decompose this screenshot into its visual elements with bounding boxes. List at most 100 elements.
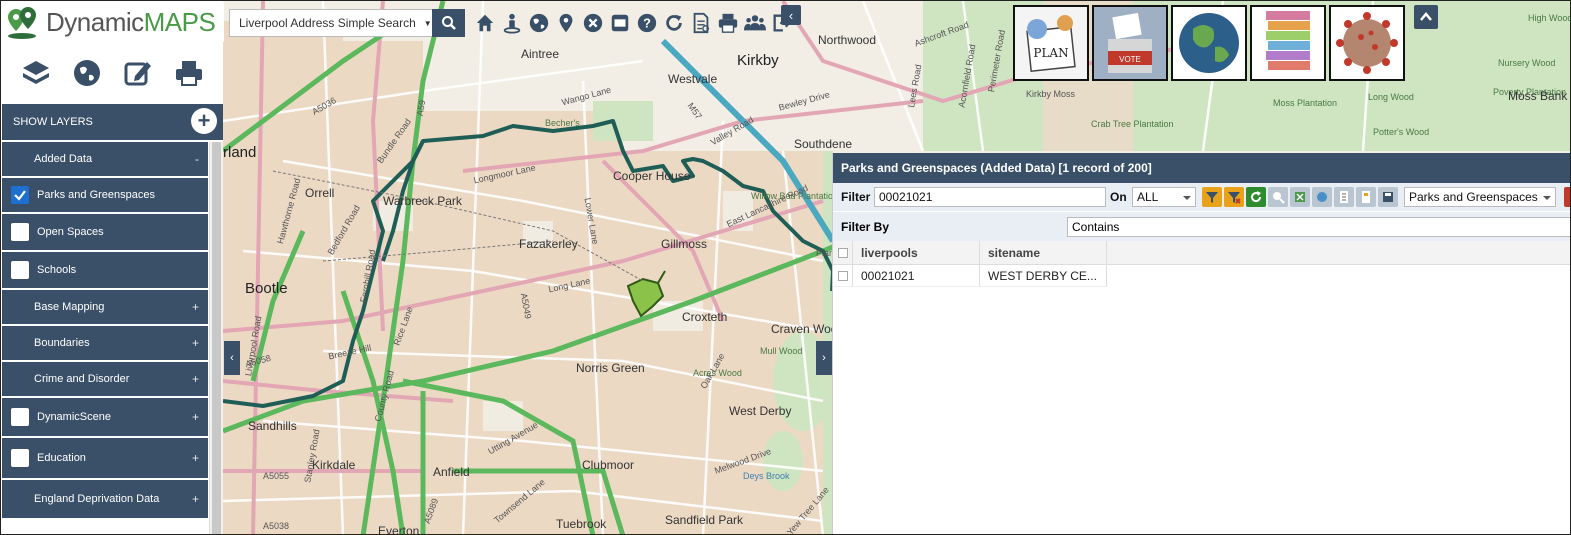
expand-icon[interactable]: + [192, 372, 199, 386]
checkbox-icon[interactable] [11, 408, 29, 426]
layer-label: Parks and Greenspaces [37, 189, 156, 201]
layer-row[interactable]: Added Data - [2, 140, 208, 176]
label-southdene: Southdene [794, 137, 853, 151]
map-marker-icon[interactable] [552, 8, 579, 38]
layer-select-value: Parks and Greenspaces [1409, 190, 1538, 204]
save-icon[interactable] [1378, 187, 1398, 207]
close-panel-button[interactable] [1564, 187, 1570, 207]
export-excel-icon[interactable] [1290, 187, 1310, 207]
refresh-icon[interactable] [660, 8, 687, 38]
layer-row[interactable]: Boundaries + [2, 324, 208, 360]
globe-icon[interactable] [67, 53, 107, 93]
expand-icon[interactable]: + [192, 451, 199, 465]
checkbox-checked-icon[interactable] [11, 186, 29, 204]
table-cell: WEST DERBY CE... [980, 265, 1107, 286]
label-bootle: Bootle [245, 280, 288, 297]
search-icon [441, 16, 456, 30]
layer-label: Crime and Disorder [34, 373, 130, 385]
vote-thumbnail[interactable]: VOTE [1092, 5, 1168, 81]
globe-icon[interactable] [525, 8, 552, 38]
expand-icon[interactable]: + [192, 492, 199, 506]
layer-label: Open Spaces [37, 226, 104, 238]
svg-text:?: ? [643, 16, 651, 31]
label-gillmoss: Gillmoss [661, 237, 708, 251]
select-all-checkbox[interactable] [833, 241, 853, 264]
label-clubmoor: Clubmoor [582, 458, 635, 472]
expand-sidebar-toggle[interactable]: ‹ [224, 341, 240, 375]
print-icon[interactable] [169, 53, 209, 93]
layer-label: Schools [37, 264, 77, 276]
layer-row[interactable]: Crime and Disorder + [2, 360, 208, 396]
search-button[interactable] [432, 9, 465, 37]
layer-select[interactable]: Parks and Greenspaces [1404, 187, 1556, 207]
layer-row[interactable]: Education + [2, 436, 208, 478]
row-checkbox[interactable] [833, 265, 853, 286]
layer-row[interactable]: Open Spaces [2, 212, 208, 250]
expand-icon[interactable]: + [192, 336, 199, 350]
refresh-icon[interactable] [1246, 187, 1266, 207]
logo-pin-icon [2, 3, 46, 41]
expand-icon[interactable]: + [192, 410, 199, 424]
layer-row[interactable]: Parks and Greenspaces [2, 176, 208, 212]
collapse-thumbnails-button[interactable] [1414, 5, 1438, 29]
label-tuebrook: Tuebrook [556, 517, 607, 531]
help-icon[interactable]: ? [633, 8, 660, 38]
virus-thumbnail[interactable] [1329, 5, 1405, 81]
sidebar-scrollbar[interactable] [209, 142, 223, 534]
collapse-toolbar-button[interactable]: ‹ [781, 5, 801, 25]
clear-icon[interactable] [579, 8, 606, 38]
chevron-up-icon [1420, 12, 1432, 21]
column-header[interactable]: liverpools [853, 241, 980, 264]
street-view-icon[interactable] [498, 8, 525, 38]
label-potters-wood: Potter's Wood [1373, 127, 1430, 137]
filter-by-select[interactable]: Contains [1067, 216, 1570, 237]
layers-icon[interactable] [16, 53, 56, 93]
edit-icon[interactable] [118, 53, 158, 93]
report-icon[interactable] [687, 8, 714, 38]
layer-row[interactable]: England Deprivation Data + [2, 478, 208, 518]
plan-thumbnail[interactable]: PLAN [1013, 5, 1089, 81]
label-sandhills: Sandhills [248, 419, 297, 433]
app-logo[interactable]: DynamicMAPS [2, 2, 224, 42]
table-cell: 00021021 [853, 265, 980, 286]
checkbox-icon[interactable] [11, 449, 29, 467]
print-icon[interactable] [714, 8, 741, 38]
document-icon[interactable] [1356, 187, 1376, 207]
layer-row[interactable]: Schools [2, 250, 208, 288]
filter-icon[interactable] [1202, 187, 1222, 207]
on-select[interactable]: ALL [1132, 187, 1196, 207]
label-deys-brook: Deys Brook [743, 471, 790, 481]
books-thumbnail[interactable] [1250, 5, 1326, 81]
map-globe-icon[interactable] [1312, 187, 1332, 207]
label-a5038: A5038 [263, 521, 290, 531]
report-icon[interactable] [1334, 187, 1354, 207]
home-icon[interactable] [471, 8, 498, 38]
users-icon[interactable] [741, 8, 768, 38]
add-layer-button[interactable]: + [191, 108, 217, 134]
chevron-down-icon: ▼ [423, 18, 432, 28]
label-bechers: Becher's [545, 118, 580, 128]
table-row[interactable]: 00021021 WEST DERBY CE... [833, 265, 1108, 287]
checkbox-icon[interactable] [11, 261, 29, 279]
layer-row[interactable]: Base Mapping + [2, 288, 208, 324]
filter-by-label: Filter By [841, 219, 890, 234]
app-title-maps: MAPS [143, 6, 216, 37]
layer-row[interactable]: DynamicScene + [2, 396, 208, 436]
expand-icon[interactable]: + [192, 300, 199, 314]
zoom-icon[interactable] [1268, 187, 1288, 207]
collapse-icon[interactable]: - [195, 152, 199, 166]
window-icon[interactable] [606, 8, 633, 38]
column-header[interactable]: sitename [980, 241, 1107, 264]
label-fazakerley: Fazakerley [519, 237, 578, 251]
layer-label: Added Data [34, 153, 93, 165]
label-orrell-edge: rland [223, 144, 257, 161]
filter-input[interactable]: 00021021 [874, 187, 1106, 207]
address-search-select[interactable]: Liverpool Address Simple Search ▼ [229, 9, 432, 37]
label-mull-wood: Mull Wood [760, 346, 803, 356]
globe-thumbnail[interactable] [1171, 5, 1247, 81]
checkbox-icon[interactable] [11, 223, 29, 241]
sidebar-scroll-thumb[interactable] [212, 142, 221, 534]
label-croxteth: Croxteth [682, 310, 728, 324]
clear-filter-icon[interactable] [1224, 187, 1244, 207]
collapse-panel-toggle[interactable]: › [816, 341, 832, 375]
